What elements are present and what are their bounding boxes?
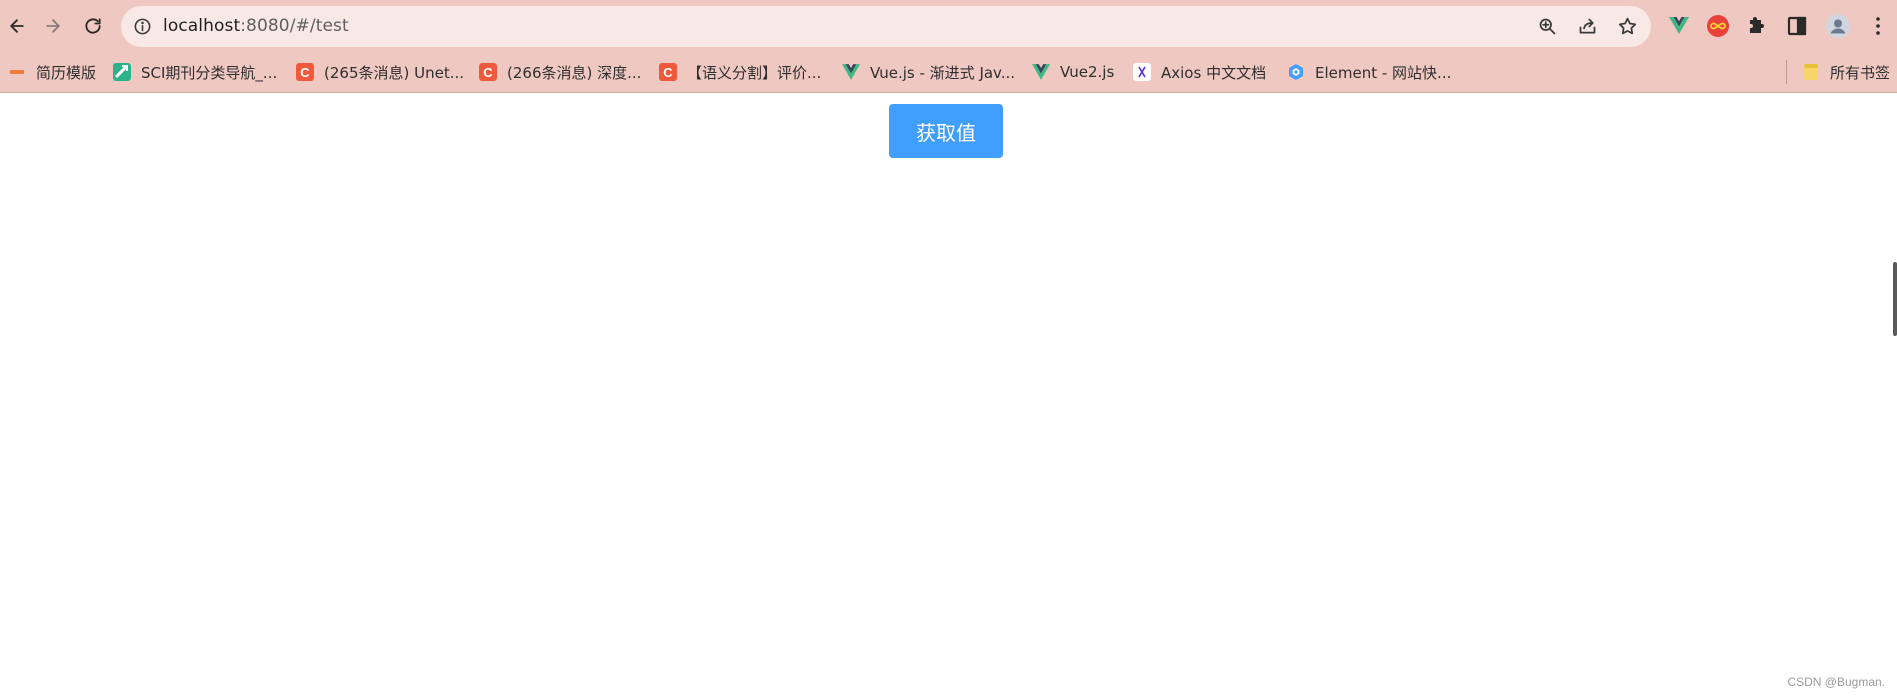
bookmark-label: 【语义分割】评价... — [687, 63, 822, 82]
profile-avatar-icon[interactable] — [1826, 14, 1850, 38]
bookmark-item[interactable]: SCI期刊分类导航_... — [113, 61, 277, 83]
element-icon — [1287, 63, 1305, 81]
back-button[interactable] — [0, 9, 34, 43]
reload-button[interactable] — [76, 9, 110, 43]
bookmark-label: 简历模版 — [36, 63, 97, 82]
bookmark-item[interactable]: Axios 中文文档 — [1133, 61, 1266, 83]
arrow-left-icon — [10, 19, 24, 33]
bookmark-label: 所有书签 — [1830, 63, 1891, 82]
bookmark-item[interactable]: Element - 网站快... — [1287, 61, 1451, 83]
bookmark-label: Vue.js - 渐进式 Jav... — [870, 63, 1016, 82]
share-icon[interactable] — [1577, 16, 1598, 37]
watermark-text: CSDN @Bugman. — [1787, 675, 1885, 689]
zoom-icon[interactable] — [1537, 16, 1558, 37]
bookmark-label: (265条消息) Unet... — [324, 63, 465, 82]
bookmark-label: Axios 中文文档 — [1161, 63, 1267, 82]
browser-toolbar: localhost:8080/#/test — [0, 0, 1897, 52]
side-panel-icon[interactable] — [1785, 14, 1809, 38]
csdn-icon: C — [296, 63, 314, 81]
bookmark-label: SCI期刊分类导航_... — [141, 63, 278, 82]
info-icon[interactable] — [133, 17, 152, 36]
reload-icon — [85, 18, 101, 34]
bookmark-item[interactable]: Vue.js - 渐进式 Jav... — [842, 61, 1015, 83]
vue-devtools-icon[interactable] — [1667, 14, 1691, 38]
bookmark-item[interactable]: C 【语义分割】评价... — [659, 61, 821, 83]
folder-icon — [1802, 63, 1820, 81]
dash-icon — [8, 63, 26, 81]
bookmarks-bar: 简历模版 SCI期刊分类导航_... C (265条消息) Unet... C … — [0, 52, 1897, 93]
forward-button[interactable] — [36, 9, 70, 43]
all-bookmarks-folder[interactable]: 所有书签 — [1802, 61, 1890, 83]
url-text[interactable]: localhost:8080/#/test — [163, 16, 349, 36]
arrow-right-icon — [46, 19, 60, 33]
bookmarks-divider — [1786, 60, 1787, 84]
page-content: 获取值 CSDN @Bugman. — [0, 94, 1897, 697]
star-icon[interactable] — [1617, 16, 1638, 37]
bookmark-label: Element - 网站快... — [1315, 63, 1452, 82]
url-host: localhost — [163, 16, 241, 36]
vue-icon — [1032, 63, 1050, 81]
csdn-icon: C — [479, 63, 497, 81]
axios-icon — [1133, 63, 1151, 81]
address-bar[interactable]: localhost:8080/#/test — [121, 6, 1651, 47]
infinity-extension-icon[interactable] — [1706, 14, 1730, 38]
vue-icon — [842, 63, 860, 81]
bookmark-label: Vue2.js — [1060, 63, 1115, 81]
scrollbar-thumb[interactable] — [1893, 262, 1897, 336]
bookmark-item[interactable]: 简历模版 — [8, 61, 96, 83]
sci-icon — [113, 63, 131, 81]
bookmark-item[interactable]: C (266条消息) 深度... — [479, 61, 641, 83]
url-path: :8080/#/test — [240, 16, 349, 36]
csdn-icon: C — [659, 63, 677, 81]
bookmark-item[interactable]: Vue2.js — [1032, 61, 1114, 83]
get-value-button[interactable]: 获取值 — [889, 104, 1003, 158]
kebab-menu-icon[interactable] — [1866, 14, 1890, 38]
bookmark-label: (266条消息) 深度... — [507, 63, 642, 82]
bookmark-item[interactable]: C (265条消息) Unet... — [296, 61, 464, 83]
extensions-puzzle-icon[interactable] — [1745, 14, 1769, 38]
